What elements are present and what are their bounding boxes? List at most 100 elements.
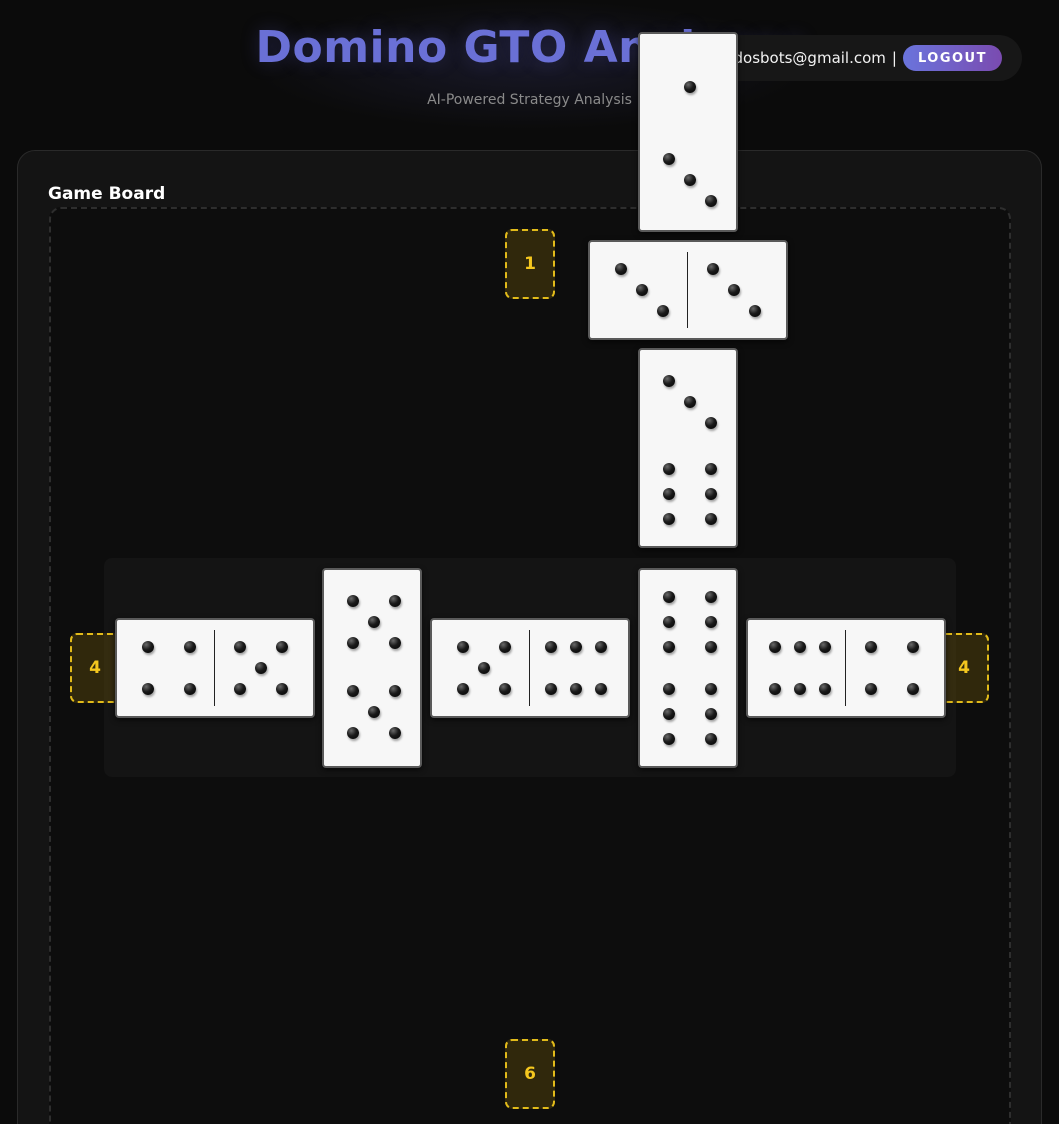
domino-3-6[interactable] <box>638 348 738 548</box>
domino-pip <box>663 708 675 720</box>
domino-1-3[interactable] <box>638 32 738 232</box>
domino-pip <box>545 641 557 653</box>
domino-pip <box>819 683 831 695</box>
domino-pip <box>615 263 627 275</box>
domino-pip <box>276 683 288 695</box>
domino-half-3 <box>640 350 736 446</box>
domino-half-4 <box>846 620 942 716</box>
domino-pip <box>705 463 717 475</box>
domino-pip <box>705 616 717 628</box>
domino-pip <box>705 195 717 207</box>
domino-pip <box>705 513 717 525</box>
domino-pip <box>684 81 696 93</box>
domino-pip <box>545 683 557 695</box>
app-page: Game Board 1 4 4 6 Domino GTO Analyzer A… <box>0 0 1059 1124</box>
domino-pip <box>657 305 669 317</box>
domino-half-5 <box>324 668 420 764</box>
domino-pip <box>595 641 607 653</box>
domino-pip <box>276 641 288 653</box>
domino-half-3 <box>640 132 736 228</box>
domino-pip <box>705 641 717 653</box>
domino-pip <box>663 591 675 603</box>
domino-pip <box>663 463 675 475</box>
panel-title: Game Board <box>48 184 166 204</box>
domino-6-6[interactable] <box>638 568 738 768</box>
domino-pip <box>794 683 806 695</box>
domino-pip <box>184 641 196 653</box>
domino-half-6 <box>640 448 736 544</box>
domino-pip <box>478 662 490 674</box>
domino-pip <box>389 727 401 739</box>
domino-pip <box>663 488 675 500</box>
domino-pip <box>636 284 648 296</box>
domino-pip <box>570 641 582 653</box>
domino-pip <box>389 595 401 607</box>
end-marker-top[interactable]: 1 <box>505 229 555 299</box>
logout-button[interactable]: LOGOUT <box>902 45 1002 71</box>
domino-pip <box>663 153 675 165</box>
domino-pip <box>819 641 831 653</box>
end-marker-right[interactable]: 4 <box>939 633 989 703</box>
domino-half-5 <box>324 570 420 666</box>
domino-pip <box>907 683 919 695</box>
domino-half-4 <box>117 620 213 716</box>
domino-pip <box>663 616 675 628</box>
domino-pip <box>389 685 401 697</box>
user-bar: odosbots@gmail.com | LOGOUT <box>700 35 1022 81</box>
domino-3-3[interactable] <box>588 240 788 340</box>
domino-pip <box>769 641 781 653</box>
domino-pip <box>457 641 469 653</box>
domino-pip <box>457 683 469 695</box>
domino-pip <box>142 683 154 695</box>
domino-pip <box>663 513 675 525</box>
end-marker-left[interactable]: 4 <box>70 633 120 703</box>
domino-half-6 <box>530 620 626 716</box>
domino-half-3 <box>688 242 784 338</box>
domino-pip <box>705 591 717 603</box>
domino-half-6 <box>640 570 736 666</box>
domino-pip <box>234 641 246 653</box>
domino-pip <box>347 595 359 607</box>
domino-pip <box>570 683 582 695</box>
domino-pip <box>347 685 359 697</box>
domino-pip <box>663 733 675 745</box>
domino-pip <box>499 683 511 695</box>
domino-pip <box>705 733 717 745</box>
domino-pip <box>769 683 781 695</box>
domino-4-5[interactable] <box>115 618 315 718</box>
domino-6-4[interactable] <box>746 618 946 718</box>
domino-pip <box>705 708 717 720</box>
domino-pip <box>142 641 154 653</box>
domino-half-6 <box>640 668 736 764</box>
domino-half-6 <box>748 620 844 716</box>
domino-pip <box>728 284 740 296</box>
domino-pip <box>707 263 719 275</box>
domino-pip <box>684 174 696 186</box>
domino-pip <box>368 706 380 718</box>
domino-pip <box>865 641 877 653</box>
domino-pip <box>255 662 267 674</box>
domino-pip <box>749 305 761 317</box>
domino-pip <box>347 637 359 649</box>
app-subtitle: AI-Powered Strategy Analysis <box>427 92 632 108</box>
domino-half-3 <box>590 242 686 338</box>
domino-5-5[interactable] <box>322 568 422 768</box>
user-separator: | <box>891 49 897 67</box>
domino-pip <box>595 683 607 695</box>
end-marker-bottom[interactable]: 6 <box>505 1039 555 1109</box>
user-email: odosbots@gmail.com <box>724 49 886 67</box>
domino-pip <box>184 683 196 695</box>
domino-pip <box>705 683 717 695</box>
domino-pip <box>684 396 696 408</box>
domino-5-6[interactable] <box>430 618 630 718</box>
domino-pip <box>705 488 717 500</box>
domino-half-5 <box>432 620 528 716</box>
domino-pip <box>663 375 675 387</box>
domino-pip <box>865 683 877 695</box>
domino-pip <box>663 641 675 653</box>
domino-pip <box>499 641 511 653</box>
domino-pip <box>663 683 675 695</box>
domino-pip <box>794 641 806 653</box>
domino-pip <box>234 683 246 695</box>
domino-half-5 <box>215 620 311 716</box>
